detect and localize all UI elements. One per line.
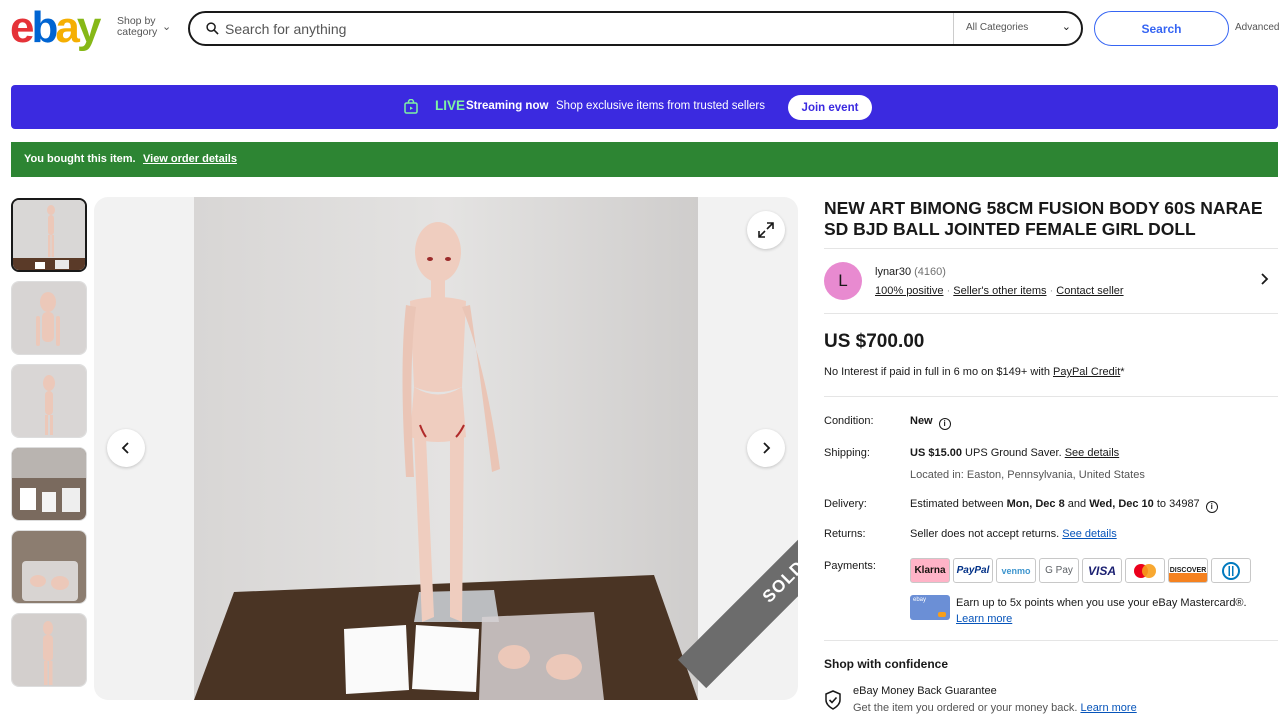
item-price: US $700.00 [824, 331, 925, 352]
shipping-label: Shipping: [824, 447, 870, 459]
money-back-guarantee-text: Get the item you ordered or your money b… [853, 702, 1137, 714]
paypal-logo: PayPal [953, 558, 993, 583]
klarna-logo: Klarna [910, 558, 950, 583]
category-select[interactable]: All Categories [966, 22, 1028, 33]
thumbnail-1[interactable] [11, 198, 87, 272]
paypal-credit-offer: No Interest if paid in full in 6 mo on $… [824, 366, 1125, 378]
main-product-image[interactable]: SOLD [94, 197, 798, 700]
chevron-right-icon[interactable] [1260, 272, 1270, 286]
shop-by-category-button[interactable]: Shop by category [117, 16, 157, 38]
payment-methods: Klarna PayPal venmo G Pay VISA DISCOVER [910, 558, 1251, 583]
chevron-down-icon: ⌄ [1061, 21, 1071, 33]
diners-club-logo [1211, 558, 1251, 583]
money-back-guarantee-title: eBay Money Back Guarantee [853, 685, 997, 697]
thumbnail-5[interactable] [11, 530, 87, 604]
condition-label: Condition: [824, 415, 874, 427]
ebay-mastercard-icon: ebay [910, 595, 950, 620]
seller-name[interactable]: lynar30 [875, 266, 911, 278]
item-location: Located in: Easton, Pennsylvania, United… [910, 469, 1145, 481]
search-icon [206, 22, 219, 35]
info-icon[interactable]: i [938, 418, 951, 430]
live-banner[interactable]: LIVE Streaming now Shop exclusive items … [11, 85, 1278, 129]
previous-image-button[interactable] [107, 429, 145, 467]
visa-logo: VISA [1082, 558, 1122, 583]
ebay-logo[interactable]: ebay [10, 6, 101, 50]
shop-with-confidence-heading: Shop with confidence [824, 657, 949, 671]
delivery-estimate: Estimated between Mon, Dec 8 and Wed, De… [910, 498, 1218, 513]
chevron-right-icon [763, 442, 771, 454]
divider [824, 248, 1278, 249]
contact-seller-link[interactable]: Contact seller [1056, 285, 1123, 297]
search-button[interactable]: Search [1094, 11, 1229, 46]
payments-label: Payments: [824, 560, 876, 572]
product-photo [194, 197, 698, 700]
live-description: Shop exclusive items from trusted seller… [556, 100, 765, 112]
thumbnail-6[interactable] [11, 613, 87, 687]
returns-label: Returns: [824, 528, 866, 540]
shipping-details-link[interactable]: See details [1065, 447, 1119, 459]
returns-details-link[interactable]: See details [1062, 528, 1116, 540]
chevron-down-icon: ⌄ [162, 21, 172, 33]
venmo-logo: venmo [996, 558, 1036, 583]
search-input[interactable] [225, 19, 925, 39]
thumbnail-4[interactable] [11, 447, 87, 521]
item-title: NEW ART BIMONG 58CM FUSION BODY 60S NARA… [824, 198, 1263, 239]
seller-other-items-link[interactable]: Seller's other items [953, 285, 1046, 297]
thumbnail-3[interactable] [11, 364, 87, 438]
streaming-now-text: Streaming now [466, 100, 549, 112]
bought-message: You bought this item. [24, 153, 136, 165]
mastercard-promo: Earn up to 5x points when you use your e… [956, 597, 1247, 627]
seller-links: 100% positive · Seller's other items · C… [875, 285, 1124, 297]
divider [824, 640, 1278, 641]
search-divider [953, 13, 954, 44]
google-pay-logo: G Pay [1039, 558, 1079, 583]
discover-logo: DISCOVER [1168, 558, 1208, 583]
live-label: LIVE [435, 98, 466, 113]
money-back-learn-more-link[interactable]: Learn more [1080, 702, 1136, 714]
next-image-button[interactable] [747, 429, 785, 467]
shield-check-icon [825, 690, 841, 710]
divider [824, 396, 1278, 397]
expand-icon [758, 222, 774, 238]
info-icon[interactable]: i [1205, 501, 1218, 513]
returns-value: Seller does not accept returns. See deta… [910, 528, 1117, 540]
advanced-search-link[interactable]: Advanced [1235, 22, 1279, 33]
mastercard-logo [1125, 558, 1165, 583]
shipping-value: US $15.00 UPS Ground Saver. See details [910, 447, 1120, 459]
thumbnail-2[interactable] [11, 281, 87, 355]
join-event-button[interactable]: Join event [788, 95, 872, 120]
seller-feedback-score: (4160) [914, 266, 946, 278]
seller-positive-link[interactable]: 100% positive [875, 285, 944, 297]
divider [824, 313, 1278, 314]
search-bar: All Categories ⌄ [188, 11, 1083, 46]
purchase-status-banner: You bought this item. View order details [11, 142, 1278, 177]
seller-avatar[interactable]: L [824, 262, 862, 300]
shopping-bag-icon [404, 99, 418, 114]
delivery-label: Delivery: [824, 498, 867, 510]
paypal-credit-link[interactable]: PayPal Credit [1053, 366, 1120, 378]
mastercard-learn-more-link[interactable]: Learn more [956, 611, 1247, 627]
chevron-left-icon [121, 442, 129, 454]
seller-info[interactable]: lynar30 (4160) [875, 266, 946, 278]
view-order-details-link[interactable]: View order details [143, 153, 237, 165]
condition-value: New i [910, 415, 951, 430]
expand-image-button[interactable] [747, 211, 785, 249]
